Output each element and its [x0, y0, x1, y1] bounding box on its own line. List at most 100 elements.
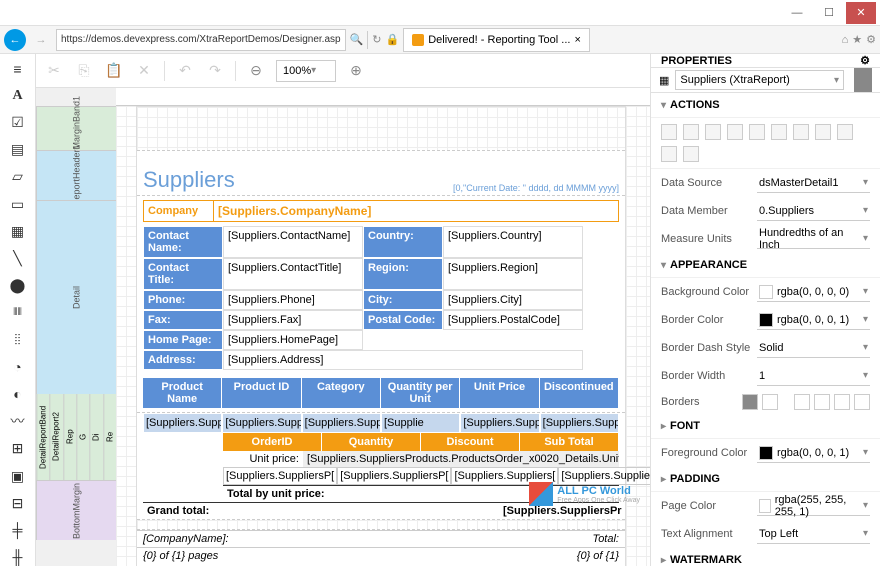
company-label[interactable]: Company — [144, 201, 214, 221]
label-tool-icon[interactable]: A — [9, 87, 27, 104]
col-header[interactable]: Quantity per Unit — [381, 378, 460, 408]
cell[interactable]: [Supplie — [381, 413, 460, 433]
minimize-button[interactable]: — — [782, 2, 812, 24]
band-nested[interactable]: DetailReportBand DetailReport2 Rep G Di … — [36, 394, 116, 480]
field-value[interactable]: [Suppliers.Address] — [223, 350, 583, 370]
products-header[interactable]: Product Name Product ID Category Quantit… — [143, 378, 619, 408]
design-surface[interactable]: topMarginBand1 ReportHeader1 Detail Deta… — [36, 88, 650, 566]
page-color-input[interactable]: rgba(255, 255, 255, 1)▾ — [757, 496, 870, 516]
database-icon[interactable] — [854, 68, 872, 92]
refresh-icon[interactable]: ↻ — [372, 33, 381, 46]
border-none-icon[interactable] — [762, 394, 778, 410]
measure-units-input[interactable]: Hundredths of an Inch▾ — [757, 229, 870, 249]
border-all-icon[interactable] — [742, 394, 758, 410]
action-icon[interactable] — [683, 124, 699, 140]
action-icon[interactable] — [815, 124, 831, 140]
band-di[interactable]: Di — [89, 394, 102, 480]
zoom-in-button[interactable]: ⊕ — [346, 61, 366, 81]
action-icon[interactable] — [705, 124, 721, 140]
field-value[interactable]: [Suppliers.Phone] — [223, 290, 363, 310]
action-icon[interactable] — [793, 124, 809, 140]
col-header[interactable]: Discount — [421, 433, 520, 451]
borders-input[interactable] — [742, 394, 870, 410]
field-label[interactable]: Contact Name: — [143, 226, 223, 258]
band-detail-report[interactable]: DetailReportBand — [36, 394, 49, 480]
data-source-input[interactable]: dsMasterDetail1▾ — [757, 173, 870, 193]
unit-price-value[interactable]: [Suppliers.SuppliersProducts.ProductsOrd… — [303, 451, 619, 467]
gear-icon[interactable]: ⚙ — [860, 54, 870, 67]
field-value[interactable]: [Suppliers.ContactName] — [223, 226, 363, 258]
col-header[interactable]: Product ID — [222, 378, 301, 408]
field-value[interactable]: [Suppliers.PostalCode] — [443, 310, 583, 330]
orders-header[interactable]: OrderID Quantity Discount Sub Total — [223, 433, 619, 451]
subreport-tool-icon[interactable]: ▣ — [9, 468, 27, 485]
field-label[interactable]: Country: — [363, 226, 443, 258]
field-label[interactable]: Region: — [363, 258, 443, 290]
text-align-input[interactable]: Top Left▾ — [757, 524, 870, 544]
footer-pages-right[interactable]: {0} of {1} — [577, 550, 619, 562]
favorites-icon[interactable]: ★ — [852, 33, 862, 46]
action-icon[interactable] — [661, 146, 677, 162]
close-button[interactable]: ✕ — [846, 2, 876, 24]
actions-section[interactable]: ▾ACTIONS — [651, 93, 880, 118]
tab-close-icon[interactable]: × — [574, 34, 580, 46]
cell[interactable]: [Suppliers.SuppliersP[ — [337, 467, 451, 485]
field-value[interactable]: [Suppliers.City] — [443, 290, 583, 310]
report-title[interactable]: Suppliers — [143, 167, 235, 193]
field-value[interactable]: [Suppliers.Country] — [443, 226, 583, 258]
products-row[interactable]: [Suppliers.SuppliersProd [Suppliers.Supp… — [143, 413, 619, 433]
search-icon[interactable]: 🔍 — [350, 33, 364, 46]
field-label[interactable]: Postal Code: — [363, 310, 443, 330]
sparkline-tool-icon[interactable]: 〰 — [9, 412, 27, 430]
address-bar[interactable]: https://demos.devexpress.com/XtraReportD… — [56, 29, 346, 51]
col-header[interactable]: Category — [302, 378, 381, 408]
field-value[interactable]: [Suppliers.ContactTitle] — [223, 258, 363, 290]
field-value[interactable]: [Suppliers.Region] — [443, 258, 583, 290]
zoom-input[interactable]: 100%▾ — [276, 60, 336, 82]
field-label[interactable]: Address: — [143, 350, 223, 370]
cell[interactable]: [Suppliers.SuppliersProd — [143, 413, 222, 433]
forward-button[interactable]: → — [30, 29, 52, 51]
shape-tool-icon[interactable]: ⬤ — [9, 277, 27, 294]
field-label[interactable]: Home Page: — [143, 330, 223, 350]
barcode-tool-icon[interactable]: ⦀⦀ — [9, 304, 27, 321]
browser-tab[interactable]: Delivered! - Reporting Tool ... × — [403, 28, 590, 52]
total-unit-label[interactable]: Total by unit price: — [223, 486, 499, 502]
border-dash-input[interactable]: Solid▾ — [757, 338, 870, 358]
col-header[interactable]: Unit Price — [460, 378, 539, 408]
border-width-input[interactable]: 1▾ — [757, 366, 870, 386]
cell[interactable]: [Suppliers.Suppliers — [222, 413, 301, 433]
action-icon[interactable] — [749, 124, 765, 140]
picture-tool-icon[interactable]: ▱ — [9, 168, 27, 185]
col-header[interactable]: Sub Total — [520, 433, 619, 451]
appearance-section[interactable]: ▾APPEARANCE — [651, 253, 880, 278]
action-icon[interactable] — [683, 146, 699, 162]
action-icon[interactable] — [727, 124, 743, 140]
band-gf[interactable]: G — [76, 394, 89, 480]
menu-icon[interactable]: ≡ — [9, 60, 27, 77]
footer-company[interactable]: [CompanyName]: — [143, 533, 229, 545]
line-tool-icon[interactable]: ╲ — [9, 250, 27, 267]
field-label[interactable]: City: — [363, 290, 443, 310]
col-header[interactable]: Discontinued — [540, 378, 619, 408]
supplier-info-grid[interactable]: Contact Name: [Suppliers.ContactName] Co… — [143, 226, 619, 370]
band-detail[interactable]: Detail — [36, 200, 116, 394]
grand-total-label[interactable]: Grand total: — [143, 503, 499, 519]
zoom-out-button[interactable]: ⊖ — [246, 61, 266, 81]
action-icon[interactable] — [661, 124, 677, 140]
data-member-input[interactable]: 0.Suppliers▾ — [757, 201, 870, 221]
band-re[interactable]: Re — [103, 394, 116, 480]
border-left-icon[interactable] — [794, 394, 810, 410]
table-tool-icon[interactable]: ▦ — [9, 223, 27, 240]
chart-tool-icon[interactable]: ◔ — [9, 358, 27, 375]
cell[interactable]: [Suppliers.SuppliersPro — [460, 413, 539, 433]
field-value[interactable]: [Suppliers.Fax] — [223, 310, 363, 330]
fg-color-input[interactable]: rgba(0, 0, 0, 1)▾ — [757, 443, 870, 463]
band-bottom-margin[interactable]: BottomMargin — [36, 480, 116, 540]
col-header[interactable]: OrderID — [223, 433, 322, 451]
gauge-tool-icon[interactable]: ◐ — [9, 385, 27, 402]
zipcode-tool-icon[interactable]: ⦙⦙ — [9, 331, 27, 348]
border-right-icon[interactable] — [834, 394, 850, 410]
cell[interactable]: [Suppliers.SuppliersP[ — [223, 467, 337, 485]
crossband2-tool-icon[interactable]: ╫ — [9, 549, 27, 566]
